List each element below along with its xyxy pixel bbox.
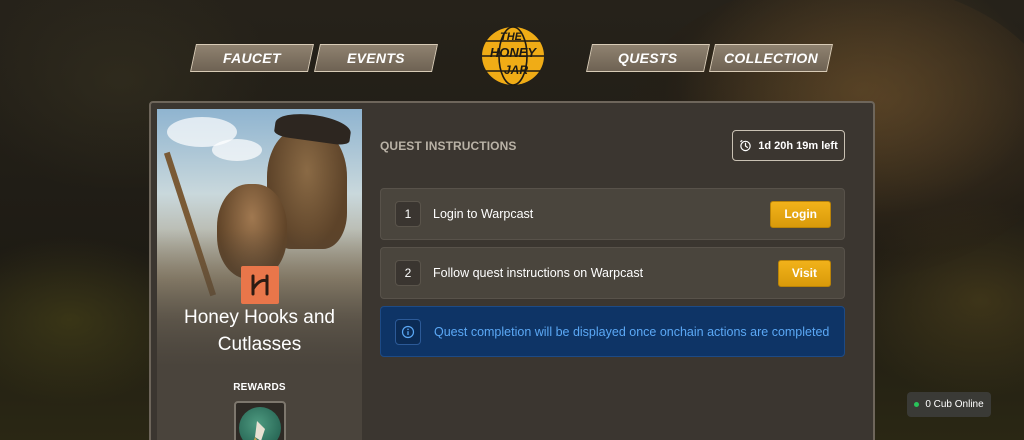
logo-text-line3: JAR [504, 63, 528, 77]
step-number: 1 [395, 201, 421, 227]
nav-events-button[interactable]: EVENTS [314, 44, 438, 72]
quest-title: Honey Hooks and Cutlasses [183, 307, 336, 355]
step-number: 2 [395, 260, 421, 286]
quest-step: 1 Login to Warpcast Login [380, 188, 845, 240]
reward-image [239, 407, 281, 440]
online-status-badge: 0 Cub Online [907, 392, 991, 417]
step-text: Login to Warpcast [433, 207, 534, 221]
time-left-badge: 1d 20h 19m left [732, 130, 845, 161]
online-status-text: 0 Cub Online [925, 399, 984, 410]
logo-text-line1: THE [500, 31, 523, 43]
nav-faucet-button[interactable]: FAUCET [190, 44, 314, 72]
timer-icon [740, 139, 751, 152]
hooks-logo-icon [241, 266, 279, 304]
reward-item[interactable] [234, 401, 286, 440]
nav-quests-label: QUESTS [618, 50, 678, 66]
info-notice: Quest completion will be displayed once … [380, 306, 845, 357]
time-left-text: 1d 20h 19m left [758, 139, 838, 152]
honey-jar-logo[interactable]: THE HONEY JAR [478, 23, 548, 89]
login-button[interactable]: Login [770, 200, 831, 228]
section-title: QUEST INSTRUCTIONS [380, 139, 517, 153]
nav-faucet-label: FAUCET [223, 50, 281, 66]
nav-collection-button[interactable]: COLLECTION [709, 44, 833, 72]
visit-button[interactable]: Visit [777, 259, 831, 287]
nav-quests-button[interactable]: QUESTS [586, 44, 710, 72]
online-dot-icon [914, 402, 920, 407]
nav-events-label: EVENTS [347, 50, 405, 66]
info-text: Quest completion will be displayed once … [434, 324, 830, 339]
logo-text-line2: HONEY [490, 45, 538, 60]
quest-step: 2 Follow quest instructions on Warpcast … [380, 247, 845, 299]
info-icon [395, 318, 421, 345]
nav-collection-label: COLLECTION [724, 50, 818, 66]
rewards-label: REWARDS [233, 382, 286, 393]
step-text: Follow quest instructions on Warpcast [433, 266, 644, 280]
